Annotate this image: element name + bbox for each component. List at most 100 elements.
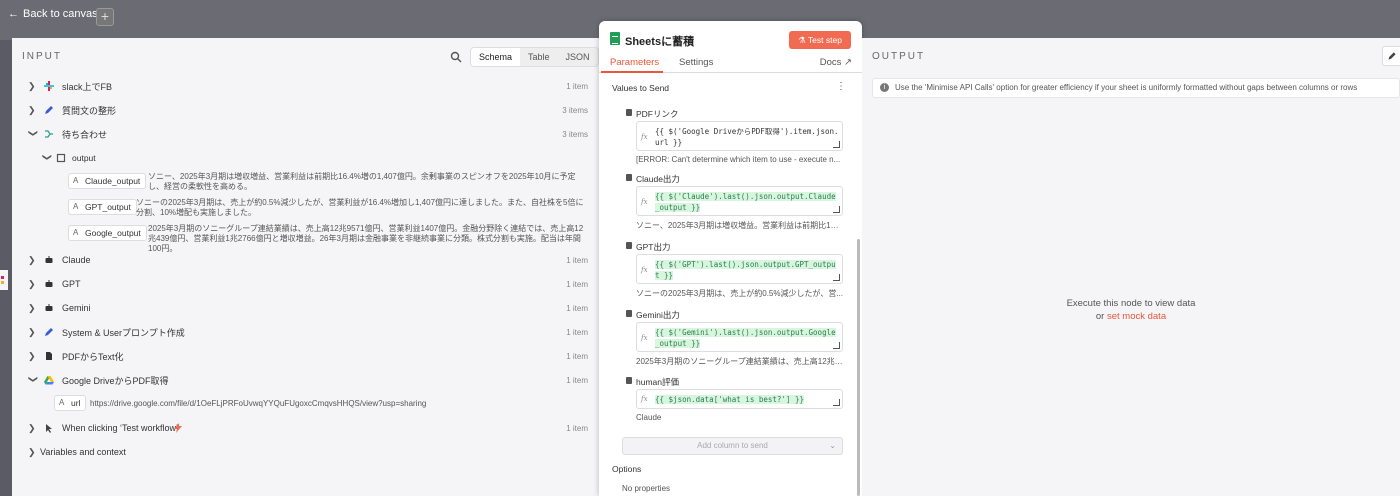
field-key-tag[interactable]: A Claude_output bbox=[68, 173, 147, 189]
output-panel: OUTPUT i Use the 'Minimise API Calls' op… bbox=[862, 38, 1400, 496]
add-column-dropdown[interactable]: Add column to send ⌄ bbox=[622, 437, 843, 455]
expression-input[interactable]: fx {{ $('Gemini').last().json.output.Goo… bbox=[636, 322, 843, 352]
external-link-icon: ↗ bbox=[844, 57, 852, 68]
merge-icon bbox=[45, 130, 53, 138]
google-sheets-icon bbox=[610, 32, 620, 45]
pen-icon bbox=[45, 106, 53, 114]
object-icon bbox=[56, 153, 66, 163]
google-drive-icon bbox=[44, 376, 54, 385]
node-title[interactable]: Sheetsに蓄積 bbox=[625, 33, 694, 49]
tree-node-pdf-to-text[interactable]: ❯ PDFからText化 1 item bbox=[12, 344, 600, 368]
view-schema-tab[interactable]: Schema bbox=[471, 48, 521, 66]
string-type-icon: A bbox=[73, 202, 79, 211]
back-to-canvas-link[interactable]: ← Back to canvas bbox=[8, 8, 98, 20]
chevron-right-icon[interactable]: ❯ bbox=[28, 351, 38, 362]
set-mock-data-link[interactable]: set mock data bbox=[1107, 311, 1166, 322]
chevron-down-icon: ⌄ bbox=[829, 441, 836, 450]
tree-node-slack[interactable]: ❯ slack上でFB 1 item bbox=[12, 74, 600, 98]
view-json-tab[interactable]: JSON bbox=[558, 48, 598, 66]
expression-result: [ERROR: Can't determine which item to us… bbox=[636, 155, 841, 164]
more-options-icon[interactable]: ⋮ bbox=[836, 81, 846, 92]
test-step-button[interactable]: ⚗ Test step bbox=[789, 31, 851, 49]
expand-icon[interactable] bbox=[833, 141, 840, 148]
expression-input[interactable]: fx {{ $('GPT').last().json.output.GPT_ou… bbox=[636, 254, 843, 284]
expression-input[interactable]: fx {{ $('Claude').last().json.output.Cla… bbox=[636, 186, 843, 216]
arrow-left-icon: ← bbox=[8, 8, 19, 20]
add-node-button[interactable]: + bbox=[96, 8, 114, 26]
expand-icon[interactable] bbox=[833, 342, 840, 349]
field-url: Aurl https://drive.google.com/file/d/1Oe… bbox=[12, 392, 600, 416]
field-key-tag[interactable]: A Google_output bbox=[68, 225, 147, 241]
expand-icon[interactable] bbox=[833, 274, 840, 281]
tree-node-gpt[interactable]: ❯ GPT 1 item bbox=[12, 272, 600, 296]
cursor-icon bbox=[46, 424, 52, 433]
field-google-output: A Google_output 2025年3月期のソニーグループ連結業績は、売上高… bbox=[12, 222, 600, 253]
chevron-right-icon[interactable]: ❯ bbox=[28, 447, 38, 458]
file-icon bbox=[46, 352, 52, 360]
bot-icon bbox=[45, 304, 53, 311]
view-switcher: Schema Table JSON bbox=[470, 47, 599, 67]
tab-parameters[interactable]: Parameters bbox=[610, 57, 659, 68]
tree-node-gemini[interactable]: ❯ Gemini 1 item bbox=[12, 296, 600, 320]
field-key-tag[interactable]: Aurl bbox=[54, 395, 87, 411]
expression-input[interactable]: fx {{ $json.data['what is best?'] }} bbox=[636, 389, 843, 409]
expand-icon[interactable] bbox=[833, 206, 840, 213]
tab-settings[interactable]: Settings bbox=[679, 57, 713, 68]
flask-icon: ⚗ bbox=[798, 35, 806, 45]
chevron-down-icon[interactable]: ❯ bbox=[42, 153, 53, 163]
tree-node-question-format[interactable]: ❯ 質問文の整形 3 items bbox=[12, 98, 600, 122]
field-gpt-output: A GPT_output ソニーの2025年3月期は、売上が約0.5%減少したが、… bbox=[12, 196, 600, 222]
api-calls-notice: i Use the 'Minimise API Calls' option fo… bbox=[872, 78, 1400, 98]
input-panel: INPUT Schema Table JSON ❯ slack上でFB 1 it… bbox=[12, 38, 600, 496]
chevron-down-icon[interactable]: ❯ bbox=[28, 129, 39, 139]
pencil-icon[interactable] bbox=[1382, 46, 1400, 66]
chevron-right-icon[interactable]: ❯ bbox=[28, 255, 38, 266]
expand-icon[interactable] bbox=[833, 399, 840, 406]
info-icon: i bbox=[880, 83, 889, 92]
field-claude-output: A Claude_output ソニー、2025年3月期は増収増益、営業利益は前期… bbox=[12, 170, 600, 196]
lightning-icon bbox=[174, 423, 182, 433]
chevron-right-icon[interactable]: ❯ bbox=[28, 81, 38, 92]
chevron-right-icon[interactable]: ❯ bbox=[28, 327, 38, 338]
tree-node-merge[interactable]: ❯ 待ち合わせ 3 items bbox=[12, 122, 600, 146]
tree-node-prompt-builder[interactable]: ❯ System & Userプロンプト作成 1 item bbox=[12, 320, 600, 344]
slack-icon bbox=[44, 81, 54, 91]
node-tabs: Parameters Settings Docs ↗ bbox=[599, 55, 862, 73]
field-key-tag[interactable]: A GPT_output bbox=[68, 199, 137, 215]
docs-link[interactable]: Docs ↗ bbox=[820, 57, 852, 68]
string-type-icon: A bbox=[73, 176, 79, 185]
chevron-right-icon[interactable]: ❯ bbox=[28, 423, 38, 434]
fx-icon: fx bbox=[641, 266, 648, 274]
bot-icon bbox=[45, 256, 53, 263]
options-label: Options bbox=[612, 464, 642, 474]
string-type-icon: A bbox=[73, 228, 79, 237]
node-panel-scrollbar[interactable] bbox=[857, 239, 860, 496]
fx-icon: fx bbox=[641, 133, 648, 141]
chevron-right-icon[interactable]: ❯ bbox=[28, 105, 38, 116]
no-properties-text: No properties bbox=[622, 484, 671, 493]
sidebar-tab-icon[interactable] bbox=[0, 270, 8, 290]
pen-icon bbox=[45, 328, 53, 336]
tree-node-manual-trigger[interactable]: ❯ When clicking ‘Test workflow’ 1 item bbox=[12, 416, 600, 440]
expression-result: ソニー、2025年3月期は増収増益。営業利益は前期比16.4... bbox=[636, 221, 843, 230]
tree-node-google-drive[interactable]: ❯ Google DriveからPDF取得 1 item bbox=[12, 368, 600, 392]
execute-hint: Execute this node to view data or set mo… bbox=[1066, 298, 1196, 322]
chevron-right-icon[interactable]: ❯ bbox=[28, 303, 38, 314]
input-schema-tree: ❯ slack上でFB 1 item ❯ 質問文の整形 3 items ❯ 待ち… bbox=[12, 74, 600, 464]
tree-node-claude[interactable]: ❯ Claude 1 item bbox=[12, 248, 600, 272]
view-table-tab[interactable]: Table bbox=[520, 48, 558, 66]
expression-input[interactable]: fx {{ $('Google DriveからPDF取得').item.json… bbox=[636, 121, 843, 151]
tree-node-output[interactable]: ❯ output bbox=[12, 146, 600, 170]
tree-node-variables[interactable]: ❯ Variables and context bbox=[12, 440, 600, 464]
values-to-send-label: Values to Send bbox=[612, 83, 670, 93]
expression-result: ソニーの2025年3月期は、売上が約0.5%減少したが、営... bbox=[636, 289, 843, 298]
active-tab-indicator bbox=[601, 71, 663, 73]
string-type-icon: A bbox=[59, 398, 65, 407]
fx-icon: fx bbox=[641, 334, 648, 342]
fx-icon: fx bbox=[641, 198, 648, 206]
search-icon[interactable] bbox=[450, 51, 462, 63]
expression-result: Claude bbox=[636, 413, 662, 422]
node-settings-panel: Sheetsに蓄積 ⚗ Test step Parameters Setting… bbox=[599, 21, 862, 496]
chevron-right-icon[interactable]: ❯ bbox=[28, 279, 38, 290]
chevron-down-icon[interactable]: ❯ bbox=[28, 375, 39, 385]
